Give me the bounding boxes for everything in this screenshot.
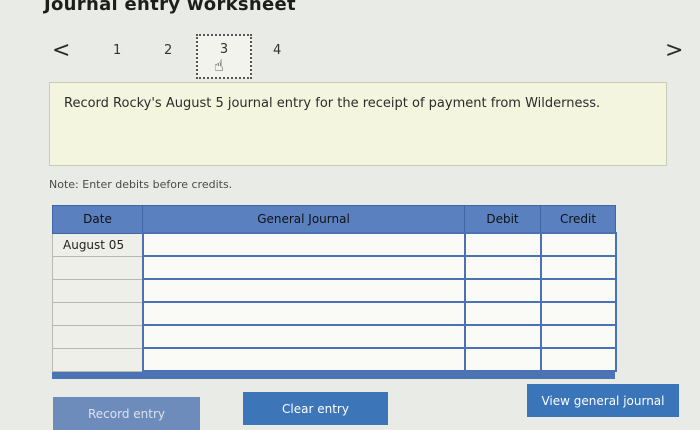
tab-4[interactable]: 4 bbox=[273, 43, 281, 58]
question-text: Record Rocky's August 5 journal entry fo… bbox=[64, 96, 601, 111]
credit-cell[interactable] bbox=[539, 324, 617, 349]
table-row bbox=[52, 301, 617, 326]
credit-cell[interactable] bbox=[539, 347, 617, 372]
tab-3[interactable]: 3 ☝ bbox=[196, 34, 252, 79]
tab-3-label: 3 bbox=[219, 42, 229, 57]
debit-header: Debit bbox=[464, 205, 541, 234]
next-arrow-icon[interactable]: > bbox=[665, 38, 683, 63]
date-cell[interactable] bbox=[52, 324, 143, 349]
debit-cell[interactable] bbox=[463, 324, 542, 349]
date-cell[interactable] bbox=[52, 255, 143, 280]
date-header: Date bbox=[52, 205, 143, 234]
account-cell[interactable] bbox=[141, 278, 466, 303]
table-row bbox=[52, 347, 617, 372]
journal-grid: Date General Journal Debit Credit August… bbox=[52, 205, 617, 379]
credit-header: Credit bbox=[540, 205, 616, 234]
date-cell[interactable] bbox=[52, 301, 143, 326]
table-row bbox=[52, 255, 617, 280]
note-text: Note: Enter debits before credits. bbox=[49, 178, 233, 191]
debit-cell[interactable] bbox=[463, 347, 542, 372]
date-cell[interactable]: August 05 bbox=[52, 232, 143, 257]
credit-cell[interactable] bbox=[539, 301, 617, 326]
view-general-journal-button[interactable]: View general journal bbox=[527, 384, 679, 417]
credit-cell[interactable] bbox=[539, 255, 617, 280]
debit-cell[interactable] bbox=[463, 301, 542, 326]
page-title: Journal entry worksheet bbox=[44, 0, 296, 15]
previous-arrow-icon[interactable]: < bbox=[52, 38, 70, 63]
tab-2[interactable]: 2 bbox=[164, 43, 172, 58]
question-box: Record Rocky's August 5 journal entry fo… bbox=[49, 82, 667, 166]
table-row bbox=[52, 278, 617, 303]
debit-cell[interactable] bbox=[463, 255, 542, 280]
record-entry-button[interactable]: Record entry bbox=[53, 397, 200, 430]
account-cell[interactable] bbox=[141, 301, 466, 326]
date-cell[interactable] bbox=[52, 278, 143, 303]
credit-cell[interactable] bbox=[539, 232, 617, 257]
hand-cursor-icon: ☝ bbox=[214, 56, 224, 75]
table-row: August 05 bbox=[52, 232, 617, 257]
debit-cell[interactable] bbox=[463, 232, 542, 257]
debit-cell[interactable] bbox=[463, 278, 542, 303]
date-cell[interactable] bbox=[52, 347, 143, 372]
credit-cell[interactable] bbox=[539, 278, 617, 303]
clear-entry-button[interactable]: Clear entry bbox=[243, 392, 388, 425]
account-cell[interactable] bbox=[141, 255, 466, 280]
table-row bbox=[52, 324, 617, 349]
account-cell[interactable] bbox=[141, 324, 466, 349]
general-journal-header: General Journal bbox=[142, 205, 465, 234]
account-cell[interactable] bbox=[141, 232, 466, 257]
tab-1[interactable]: 1 bbox=[113, 43, 121, 58]
account-cell[interactable] bbox=[141, 347, 466, 372]
